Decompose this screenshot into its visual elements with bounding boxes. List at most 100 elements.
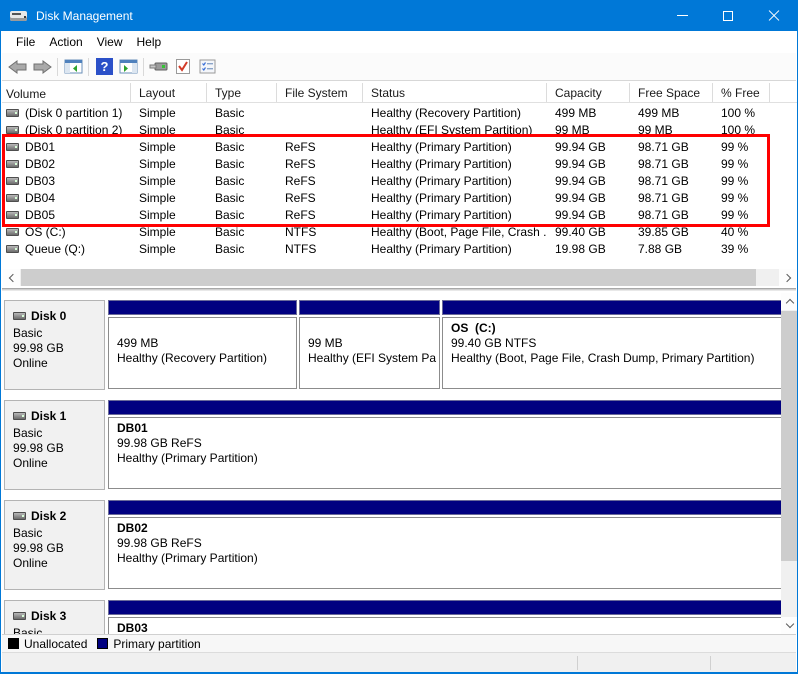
partition-efi[interactable]: 99 MB Healthy (EFI System Pa xyxy=(299,300,440,390)
scroll-down-button[interactable] xyxy=(781,617,798,634)
table-row-disk0-partition2[interactable]: (Disk 0 partition 2) Simple Basic Health… xyxy=(2,121,798,138)
column-header-status[interactable]: Status xyxy=(363,83,547,102)
volume-icon xyxy=(6,126,19,134)
table-row-db02[interactable]: DB02 Simple Basic ReFS Healthy (Primary … xyxy=(2,155,798,172)
cell-pct-free: 99 % xyxy=(713,208,770,222)
vertical-scrollbar[interactable] xyxy=(781,293,798,634)
disk-type: Basic xyxy=(13,526,104,541)
partition-status: Healthy (Recovery Partition) xyxy=(117,351,296,366)
volume-list: Volume Layout Type File System Status Ca… xyxy=(2,82,798,288)
column-header-capacity[interactable]: Capacity xyxy=(547,83,630,102)
volume-name: Queue (Q:) xyxy=(25,242,85,256)
cell-type: Basic xyxy=(207,242,277,256)
check-document-button[interactable] xyxy=(171,55,195,79)
menu-help[interactable]: Help xyxy=(130,32,169,52)
table-row-queue-q[interactable]: Queue (Q:) Simple Basic NTFS Healthy (Pr… xyxy=(2,240,798,257)
cell-free-space: 98.71 GB xyxy=(630,140,713,154)
cell-capacity: 99.94 GB xyxy=(547,208,630,222)
menu-action[interactable]: Action xyxy=(42,32,89,52)
partition-size: 99 MB xyxy=(308,336,439,351)
table-row-db04[interactable]: DB04 Simple Basic ReFS Healthy (Primary … xyxy=(2,189,798,206)
table-row-db01[interactable]: DB01 Simple Basic ReFS Healthy (Primary … xyxy=(2,138,798,155)
chevron-left-icon xyxy=(8,273,16,281)
horizontal-scrollbar-thumb[interactable] xyxy=(21,269,756,286)
volume-name: DB03 xyxy=(25,174,55,188)
task-list-button[interactable] xyxy=(195,55,219,79)
partition-name xyxy=(117,321,296,336)
device-tool-button[interactable] xyxy=(147,55,171,79)
partition-name: DB01 xyxy=(117,421,781,436)
primary-partition-swatch xyxy=(97,638,108,649)
disk-row-1: Disk 1 Basic 99.98 GB Online DB01 99.98 … xyxy=(3,400,781,490)
legend-unallocated: Unallocated xyxy=(8,637,87,651)
disk-size: 99.98 GB xyxy=(13,541,104,556)
cell-type: Basic xyxy=(207,140,277,154)
table-row-db03[interactable]: DB03 Simple Basic ReFS Healthy (Primary … xyxy=(2,172,798,189)
menu-bar: File Action View Help xyxy=(2,31,796,53)
disk3-label-panel[interactable]: Disk 3 Basic xyxy=(4,600,105,634)
cell-capacity: 99 MB xyxy=(547,123,630,137)
table-row-disk0-partition1[interactable]: (Disk 0 partition 1) Simple Basic Health… xyxy=(2,104,798,121)
table-row-db05[interactable]: DB05 Simple Basic ReFS Healthy (Primary … xyxy=(2,206,798,223)
horizontal-scrollbar[interactable] xyxy=(3,269,796,286)
scroll-left-button[interactable] xyxy=(3,269,20,286)
cell-layout: Simple xyxy=(131,174,207,188)
show-action-pane-button[interactable] xyxy=(116,55,140,79)
back-button[interactable] xyxy=(6,55,30,79)
show-console-tree-button[interactable] xyxy=(61,55,85,79)
forward-button[interactable] xyxy=(30,55,54,79)
close-button[interactable] xyxy=(751,0,797,31)
partition-db02[interactable]: DB02 99.98 GB ReFS Healthy (Primary Part… xyxy=(108,500,782,590)
cell-layout: Simple xyxy=(131,242,207,256)
partition-size: 499 MB xyxy=(117,336,296,351)
show-action-pane-icon xyxy=(119,59,138,74)
cell-file-system: NTFS xyxy=(277,225,363,239)
column-header-volume[interactable]: Volume xyxy=(2,83,131,102)
cell-pct-free: 99 % xyxy=(713,174,770,188)
column-header-filler xyxy=(770,83,798,102)
task-list-icon xyxy=(199,59,216,74)
partition-os-c[interactable]: OS (C:) 99.40 GB NTFS Healthy (Boot, Pag… xyxy=(442,300,782,390)
cell-file-system: NTFS xyxy=(277,242,363,256)
minimize-button[interactable] xyxy=(659,0,705,31)
cell-pct-free: 99 % xyxy=(713,140,770,154)
disk-type: Basic xyxy=(13,426,104,441)
disk-name: Disk 1 xyxy=(31,409,66,423)
disk-type: Basic xyxy=(13,626,104,634)
cell-status: Healthy (Recovery Partition) xyxy=(363,106,547,120)
volume-name: DB01 xyxy=(25,140,55,154)
pane-splitter[interactable] xyxy=(2,288,796,291)
column-header-free-space[interactable]: Free Space xyxy=(630,83,713,102)
disk0-label-panel[interactable]: Disk 0 Basic 99.98 GB Online xyxy=(4,300,105,390)
disk-name: Disk 2 xyxy=(31,509,66,523)
partition-size: 99.98 GB ReFS xyxy=(117,436,781,451)
scroll-right-button[interactable] xyxy=(779,269,796,286)
toolbar-separator xyxy=(57,58,58,76)
column-header-pct-free[interactable]: % Free xyxy=(713,83,770,102)
vertical-scrollbar-thumb[interactable] xyxy=(781,311,798,561)
partition-db03[interactable]: DB03 xyxy=(108,600,782,634)
cell-capacity: 99.40 GB xyxy=(547,225,630,239)
maximize-button[interactable] xyxy=(705,0,751,31)
volume-icon xyxy=(6,211,19,219)
back-icon xyxy=(8,60,28,74)
scroll-up-button[interactable] xyxy=(781,293,798,310)
column-header-layout[interactable]: Layout xyxy=(131,83,207,102)
disk-management-window: Disk Management File Action View Help xyxy=(0,0,798,674)
table-row-os-c[interactable]: OS (C:) Simple Basic NTFS Healthy (Boot,… xyxy=(2,223,798,240)
menu-view[interactable]: View xyxy=(90,32,130,52)
help-button[interactable]: ? xyxy=(92,55,116,79)
partition-db01[interactable]: DB01 99.98 GB ReFS Healthy (Primary Part… xyxy=(108,400,782,490)
cell-layout: Simple xyxy=(131,191,207,205)
partition-recovery[interactable]: 499 MB Healthy (Recovery Partition) xyxy=(108,300,297,390)
disk2-label-panel[interactable]: Disk 2 Basic 99.98 GB Online xyxy=(4,500,105,590)
menu-file[interactable]: File xyxy=(9,32,42,52)
column-header-type[interactable]: Type xyxy=(207,83,277,102)
disk-icon xyxy=(13,412,26,420)
disk1-label-panel[interactable]: Disk 1 Basic 99.98 GB Online xyxy=(4,400,105,490)
cell-layout: Simple xyxy=(131,123,207,137)
column-header-file-system[interactable]: File System xyxy=(277,83,363,102)
cell-pct-free: 99 % xyxy=(713,191,770,205)
cell-file-system: ReFS xyxy=(277,174,363,188)
cell-status: Healthy (Primary Partition) xyxy=(363,242,547,256)
